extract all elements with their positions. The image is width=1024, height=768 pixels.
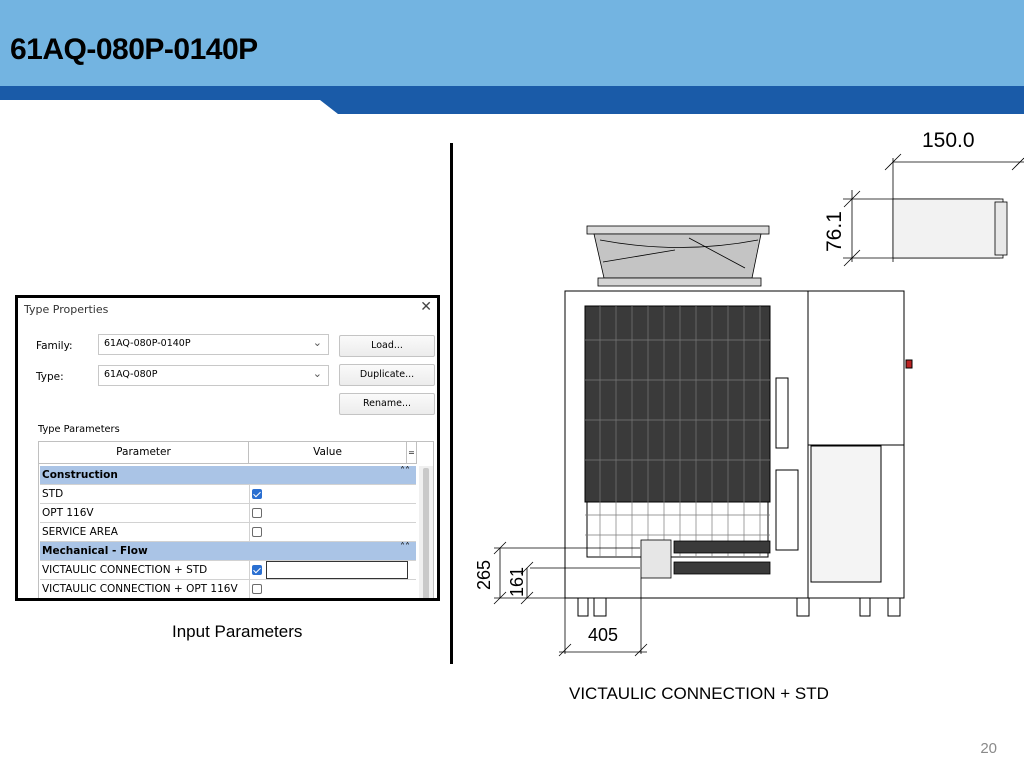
table-group-row[interactable]: Construction ˄˄ (40, 466, 416, 485)
family-label: Family: (36, 340, 73, 352)
victaulic-connection-caption: VICTAULIC CONNECTION + STD (569, 684, 829, 703)
table-row[interactable]: STD (40, 485, 416, 504)
dim-width-label: 150.0 (922, 129, 975, 152)
checkbox-icon[interactable] (252, 584, 262, 594)
parameter-name: Mechanical - Flow (42, 545, 148, 557)
dim-265-label: 265 (474, 560, 494, 590)
unit-technical-drawing: 150.0 76.1 265 161 405 (474, 129, 1024, 657)
parameter-column-header: Parameter (39, 442, 249, 464)
chevron-down-icon: ⌄ (312, 367, 322, 380)
table-row[interactable]: SERVICE AREA (40, 523, 416, 542)
input-parameters-caption: Input Parameters (172, 622, 303, 641)
cell-divider (249, 561, 250, 580)
checkbox-icon[interactable] (252, 508, 262, 518)
chevron-down-icon: ⌄ (312, 336, 322, 349)
table-scrollbar[interactable] (419, 466, 433, 598)
dim-161-label: 161 (507, 567, 527, 597)
slide-header: 61AQ-080P-0140P (0, 0, 1024, 114)
close-icon[interactable]: ✕ (420, 299, 432, 315)
value-column-header: Value (249, 442, 407, 464)
vertical-divider (450, 143, 453, 664)
parameter-name: SERVICE AREA (42, 526, 118, 538)
cell-divider (249, 485, 250, 504)
parameter-name: Construction (42, 469, 118, 481)
checkbox-icon[interactable] (252, 489, 262, 499)
parameter-name: VICTAULIC CONNECTION + OPT 116V (42, 583, 238, 595)
type-label: Type: (36, 371, 64, 383)
column-menu-icon[interactable]: = (407, 442, 417, 464)
cell-divider (249, 580, 250, 598)
dim-405-label: 405 (588, 625, 618, 645)
type-select[interactable]: 61AQ-080P ⌄ (98, 365, 329, 386)
table-row[interactable]: VICTAULIC CONNECTION + OPT 116V (40, 580, 416, 598)
table-row[interactable]: VICTAULIC CONNECTION + STD (40, 561, 416, 580)
type-properties-dialog: Type Properties ✕ Family: 61AQ-080P-0140… (15, 295, 440, 601)
dialog-title: Type Properties (24, 303, 109, 316)
collapse-up-icon[interactable]: ˄˄ (400, 542, 410, 553)
duplicate-button[interactable]: Duplicate... (339, 364, 435, 386)
cell-divider (249, 504, 250, 523)
parameter-name: OPT 116V (42, 507, 94, 519)
scrollbar-thumb[interactable] (423, 468, 429, 598)
type-parameters-table: Parameter Value = Construction ˄˄ STD OPT 1… (38, 441, 434, 598)
load-button[interactable]: Load... (339, 335, 435, 357)
type-value: 61AQ-080P (104, 369, 158, 380)
parameter-name: STD (42, 488, 64, 500)
value-cell-selection[interactable] (266, 561, 408, 579)
family-select[interactable]: 61AQ-080P-0140P ⌄ (98, 334, 329, 355)
page-number: 20 (980, 740, 997, 757)
parameter-name: VICTAULIC CONNECTION + STD (42, 564, 208, 576)
family-value: 61AQ-080P-0140P (104, 338, 191, 349)
cell-divider (249, 523, 250, 542)
rename-button[interactable]: Rename... (339, 393, 435, 415)
checkbox-icon[interactable] (252, 527, 262, 537)
dim-height-label: 76.1 (823, 211, 846, 252)
table-row[interactable]: OPT 116V (40, 504, 416, 523)
page-title: 61AQ-080P-0140P (10, 33, 258, 66)
checkbox-icon[interactable] (252, 565, 262, 575)
table-group-row[interactable]: Mechanical - Flow ˄˄ (40, 542, 416, 561)
collapse-up-icon[interactable]: ˄˄ (400, 466, 410, 477)
type-parameters-label: Type Parameters (38, 424, 120, 435)
